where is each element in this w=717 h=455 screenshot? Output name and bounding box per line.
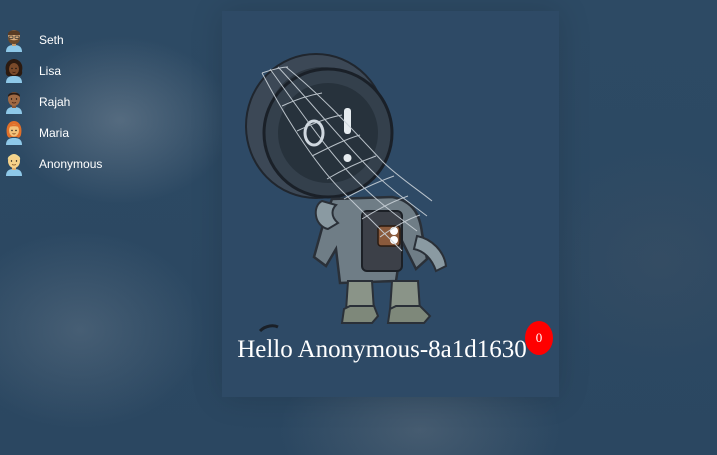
user-name-label: Anonymous — [39, 156, 103, 171]
greeting-text: Hello Anonymous-8a1d1630 — [237, 336, 527, 363]
user-item-lisa[interactable]: Lisa — [0, 55, 200, 86]
user-list: Seth Lisa Rajah Maria Anonymous — [0, 24, 200, 179]
man-with-beard-avatar-icon — [1, 27, 27, 53]
user-name-label: Maria — [39, 125, 70, 140]
user-item-anonymous[interactable]: Anonymous — [0, 148, 200, 179]
notification-badge[interactable]: 0 — [525, 321, 553, 355]
game-stage[interactable]: Hello Anonymous-8a1d1630 — [222, 11, 559, 397]
man-brown-skin-avatar-icon — [1, 89, 27, 115]
blonde-person-avatar-icon — [1, 151, 27, 177]
user-item-maria[interactable]: Maria — [0, 117, 200, 148]
user-name-label: Seth — [39, 32, 64, 47]
user-item-rajah[interactable]: Rajah — [0, 86, 200, 117]
woman-red-hair-avatar-icon — [1, 120, 27, 146]
user-name-label: Lisa — [39, 63, 62, 78]
woman-curly-hair-avatar-icon — [1, 58, 27, 84]
user-item-seth[interactable]: Seth — [0, 24, 200, 55]
user-name-label: Rajah — [39, 94, 71, 109]
